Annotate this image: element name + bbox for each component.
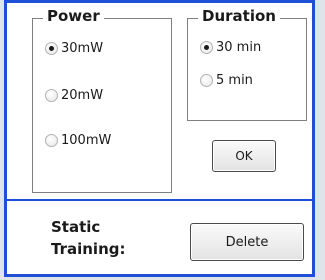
duration-option-label: 30 min <box>216 40 262 55</box>
power-radio-30mw[interactable]: 30mW <box>45 41 103 56</box>
radio-unselected-icon <box>45 134 58 147</box>
duration-group-title: Duration <box>198 7 280 25</box>
radio-selected-icon <box>200 41 213 54</box>
power-option-label: 100mW <box>61 133 112 148</box>
power-radio-20mw[interactable]: 20mW <box>45 88 103 103</box>
duration-radio-30min[interactable]: 30 min <box>200 40 261 55</box>
delete-button[interactable]: Delete <box>190 223 304 261</box>
power-option-label: 20mW <box>61 88 104 103</box>
ok-button[interactable]: OK <box>212 140 276 172</box>
power-group-title: Power <box>43 7 104 25</box>
section-divider <box>7 199 312 201</box>
power-option-label: 30mW <box>61 41 104 56</box>
duration-groupbox: Duration 30 min 5 min <box>187 7 307 121</box>
power-groupbox: Power 30mW 20mW 100mW <box>32 7 172 193</box>
static-training-label: Static Training: <box>51 218 126 258</box>
duration-option-label: 5 min <box>216 73 253 88</box>
window-frame: Power 30mW 20mW 100mW Duration 30 min 5 … <box>4 0 315 277</box>
radio-selected-icon <box>45 42 58 55</box>
duration-radio-5min[interactable]: 5 min <box>200 73 253 88</box>
radio-unselected-icon <box>45 89 58 102</box>
radio-unselected-icon <box>200 74 213 87</box>
power-radio-100mw[interactable]: 100mW <box>45 133 111 148</box>
